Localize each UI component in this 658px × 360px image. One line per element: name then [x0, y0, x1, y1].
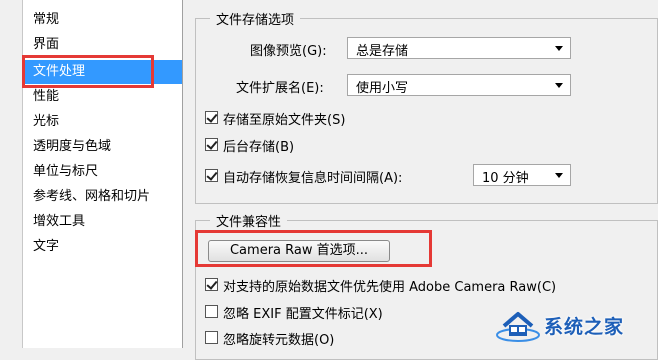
- chevron-down-icon: [555, 46, 563, 51]
- image-preview-value: 总是存储: [356, 44, 409, 59]
- watermark-text: 系统之家: [544, 315, 625, 338]
- background-save-label: 后台存储(B): [223, 140, 295, 155]
- camera-raw-preferences-button[interactable]: Camera Raw 首选项...: [208, 240, 390, 262]
- autosave-label: 自动存储恢复信息时间间隔(A):: [223, 171, 403, 186]
- save-to-original-folder-checkbox[interactable]: [205, 111, 218, 124]
- sidebar-item-transparency-gamut[interactable]: 透明度与色域: [23, 135, 182, 159]
- sidebar-item-performance[interactable]: 性能: [23, 85, 182, 109]
- save-to-original-folder-label: 存储至原始文件夹(S): [223, 113, 346, 128]
- file-saving-options-title: 文件存储选项: [210, 9, 301, 28]
- preferences-sidebar: 常规 界面 文件处理 性能 光标 透明度与色域 单位与标尺 参考线、网格和切片 …: [22, 0, 183, 348]
- sidebar-item-general[interactable]: 常规: [23, 8, 182, 32]
- house-logo-icon: [496, 308, 540, 342]
- file-extension-select[interactable]: 使用小写: [347, 74, 571, 96]
- background-save-checkbox[interactable]: [205, 138, 218, 151]
- prefer-camera-raw-checkbox[interactable]: [205, 278, 218, 291]
- file-extension-value: 使用小写: [356, 81, 409, 96]
- autosave-checkbox[interactable]: [205, 169, 218, 182]
- sidebar-item-cursors[interactable]: 光标: [23, 110, 182, 134]
- sidebar-item-plugins[interactable]: 增效工具: [23, 210, 182, 234]
- ignore-rotation-checkbox[interactable]: [205, 331, 218, 344]
- autosave-interval-value: 10 分钟: [482, 171, 529, 186]
- sidebar-item-type[interactable]: 文字: [23, 235, 182, 259]
- sidebar-item-interface[interactable]: 界面: [23, 33, 182, 57]
- chevron-down-icon: [555, 173, 563, 178]
- ignore-exif-checkbox[interactable]: [205, 305, 218, 318]
- image-preview-select[interactable]: 总是存储: [347, 37, 571, 59]
- autosave-interval-select[interactable]: 10 分钟: [473, 164, 571, 186]
- sidebar-item-guides-grid-slices[interactable]: 参考线、网格和切片: [23, 185, 182, 209]
- image-preview-label: 图像预览(G):: [250, 44, 327, 59]
- sidebar-item-units-rulers[interactable]: 单位与标尺: [23, 160, 182, 184]
- file-extension-label: 文件扩展名(E):: [236, 81, 324, 96]
- prefer-camera-raw-label: 对支持的原始数据文件优先使用 Adobe Camera Raw(C): [223, 280, 557, 295]
- file-compatibility-title: 文件兼容性: [210, 211, 288, 230]
- watermark: 系统之家: [488, 302, 658, 348]
- sidebar-item-file-handling[interactable]: 文件处理: [23, 60, 182, 84]
- ignore-exif-label: 忽略 EXIF 配置文件标记(X): [223, 307, 383, 322]
- chevron-down-icon: [555, 83, 563, 88]
- ignore-rotation-label: 忽略旋转元数据(O): [223, 333, 335, 348]
